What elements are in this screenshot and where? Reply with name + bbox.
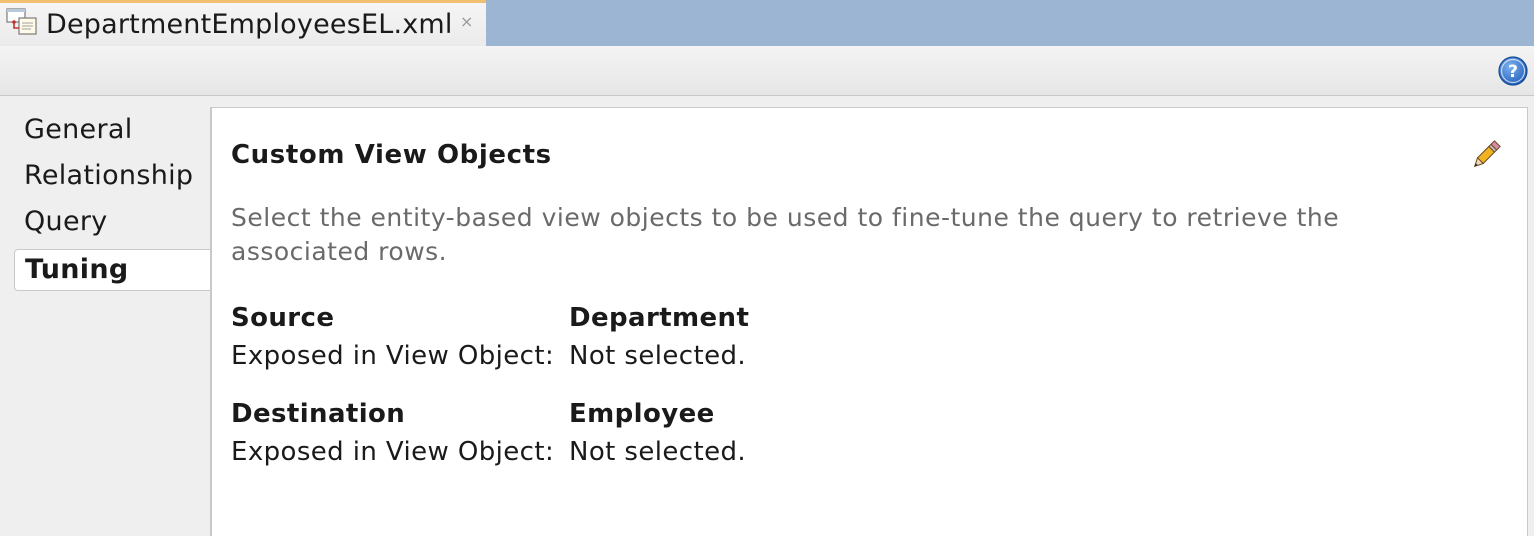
editor-tab[interactable]: DepartmentEmployeesEL.xml × <box>0 0 486 46</box>
destination-exposed-label: Exposed in View Object: <box>231 437 555 467</box>
destination-exposed-value: Not selected. <box>569 437 747 467</box>
xml-file-icon <box>6 8 37 35</box>
sidebar-item-general[interactable]: General <box>24 114 133 145</box>
source-heading: Source <box>231 303 335 333</box>
destination-heading: Destination <box>231 399 406 429</box>
help-icon[interactable]: ? <box>1498 56 1528 86</box>
destination-entity: Employee <box>569 399 715 429</box>
tuning-panel: Custom View Objects Select the entity-ba… <box>210 107 1528 536</box>
sidebar-item-query[interactable]: Query <box>24 206 108 237</box>
pencil-icon[interactable] <box>1469 138 1503 172</box>
svg-text:?: ? <box>1508 62 1518 82</box>
sidebar-item-tuning[interactable]: Tuning <box>14 249 212 291</box>
side-navigation: General Relationship Query Tuning <box>0 96 212 536</box>
source-entity: Department <box>569 303 750 333</box>
close-tab-icon[interactable]: × <box>460 12 473 31</box>
editor-toolbar: ? <box>0 46 1534 96</box>
source-exposed-value: Not selected. <box>569 341 747 371</box>
sidebar-item-relationship[interactable]: Relationship <box>24 160 193 191</box>
section-title: Custom View Objects <box>231 140 552 170</box>
editor-window: DepartmentEmployeesEL.xml × ? General Re… <box>0 0 1534 536</box>
editor-tab-strip: DepartmentEmployeesEL.xml × <box>0 0 1534 46</box>
section-description: Select the entity-based view objects to … <box>231 203 1340 266</box>
tab-label: DepartmentEmployeesEL.xml <box>46 9 453 40</box>
source-exposed-label: Exposed in View Object: <box>231 341 555 371</box>
